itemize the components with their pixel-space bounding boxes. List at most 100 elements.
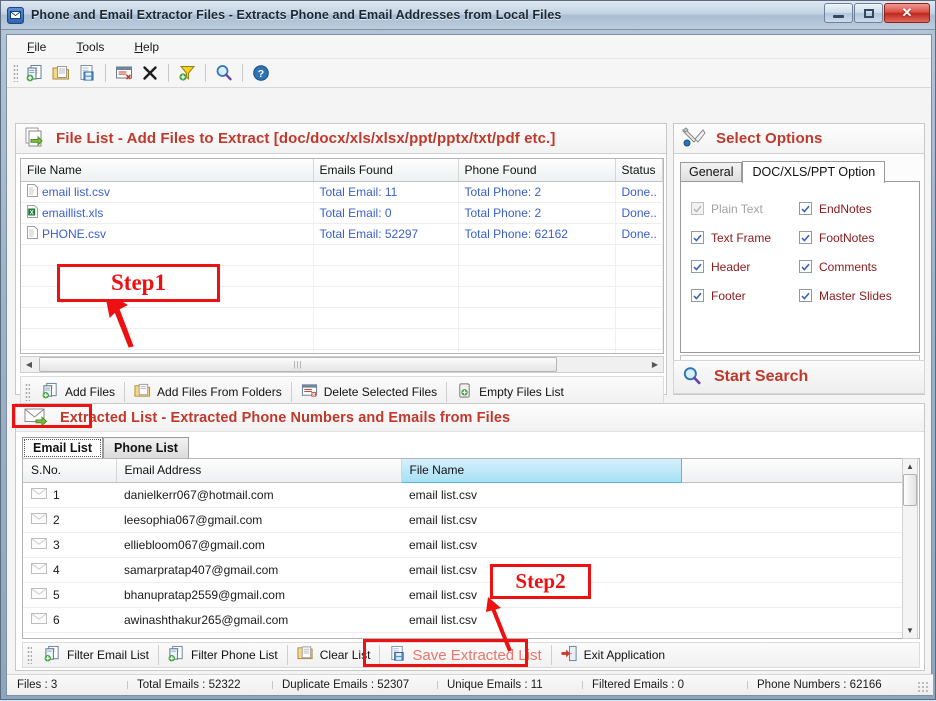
extracted-list-grid[interactable]: S.No. Email Address File Name 1 danielke… <box>22 458 920 639</box>
minimize-button[interactable] <box>824 3 853 23</box>
checkbox-comments[interactable]: Comments <box>799 252 919 281</box>
clear-list-button[interactable]: Clear List <box>288 644 380 666</box>
resize-grip[interactable] <box>917 681 929 693</box>
column-header-file-name[interactable]: File Name <box>400 459 682 483</box>
column-header-blank[interactable] <box>681 459 904 483</box>
save-extracted-list-button[interactable]: Save Extracted List <box>380 644 550 666</box>
delete-selected-files-button[interactable]: Delete Selected Files <box>292 379 446 405</box>
file-list-title: File List - Add Files to Extract [doc/do… <box>56 130 556 147</box>
extract-toolbar-grip[interactable] <box>27 646 32 664</box>
tab-general[interactable]: General <box>680 162 743 182</box>
table-row[interactable]: email list.csv Total Email: 11 Total Pho… <box>21 181 663 203</box>
checkbox-box[interactable] <box>799 260 812 273</box>
column-header-email-address[interactable]: Email Address <box>116 459 402 483</box>
checkbox-master-slides[interactable]: Master Slides <box>799 281 919 310</box>
checkbox-box[interactable] <box>799 231 812 244</box>
status-files: Files : 3 <box>17 679 58 691</box>
email-address-text: samarpratap407@gmail.com <box>116 557 401 583</box>
table-row[interactable]: Xemaillist.xls Total Email: 0 Total Phon… <box>21 202 663 224</box>
email-address-text: leesophia067@gmail.com <box>116 507 401 533</box>
column-header-status[interactable]: Status <box>615 159 663 182</box>
scroll-right-arrow[interactable]: ▶ <box>647 357 663 372</box>
table-row[interactable] <box>21 328 663 350</box>
sno-text: 3 <box>53 537 60 552</box>
checkbox-box[interactable] <box>799 289 812 302</box>
toolbar-separator <box>205 64 206 82</box>
file-name-text: email list.csv <box>42 185 111 199</box>
tab-email-list[interactable]: Email List <box>22 437 104 459</box>
envelope-icon <box>31 612 47 627</box>
list-item[interactable]: 5 bhanupratap2559@gmail.com email list.c… <box>23 582 904 608</box>
filter-icon[interactable] <box>175 61 199 85</box>
scroll-track[interactable] <box>903 474 917 623</box>
scroll-track[interactable]: ||| <box>37 357 647 372</box>
column-header-emails-found[interactable]: Emails Found <box>313 159 459 182</box>
checkbox-box[interactable] <box>691 202 704 215</box>
maximize-button[interactable] <box>854 3 883 23</box>
list-item[interactable]: 4 samarpratap407@gmail.com email list.cs… <box>23 557 904 583</box>
status-phone-numbers: Phone Numbers : 62166 <box>747 679 892 691</box>
scroll-down-arrow[interactable]: ▼ <box>903 623 917 638</box>
list-item[interactable]: 6 awinashthakur265@gmail.com email list.… <box>23 607 904 633</box>
start-search-button[interactable]: Start Search <box>673 360 925 394</box>
scroll-thumb[interactable] <box>903 474 917 506</box>
filter-phone-list-button[interactable]: Filter Phone List <box>159 644 287 666</box>
delete-selected-files-label: Delete Selected Files <box>323 385 438 399</box>
save-list-icon[interactable] <box>75 61 99 85</box>
extracted-list-vertical-scrollbar[interactable]: ▲ ▼ <box>902 458 918 639</box>
checkbox-endnotes[interactable]: EndNotes <box>799 194 919 223</box>
list-item[interactable]: 3 elliebloom067@gmail.com email list.csv <box>23 532 904 558</box>
checkbox-box[interactable] <box>691 231 704 244</box>
scroll-thumb[interactable]: ||| <box>39 357 557 372</box>
add-files-button[interactable]: Add Files <box>33 379 124 405</box>
empty-files-list-button[interactable]: Empty Files List <box>447 379 573 405</box>
toolbar-separator <box>105 64 106 82</box>
file-name-text: PHONE.csv <box>42 227 107 241</box>
add-files-from-folders-button[interactable]: Add Files From Folders <box>125 379 291 405</box>
exit-application-button[interactable]: Exit Application <box>552 644 674 666</box>
list-item[interactable]: 7 ajaysharma255896@gmail.com email list.… <box>23 632 904 638</box>
email-address-text: elliebloom067@gmail.com <box>116 532 401 558</box>
file-list-horizontal-scrollbar[interactable]: ◀ ||| ▶ <box>20 356 664 373</box>
help-icon[interactable]: ? <box>249 61 273 85</box>
menu-file[interactable]: File <box>23 38 50 56</box>
tab-phone-list[interactable]: Phone List <box>103 437 189 459</box>
column-header-sno[interactable]: S.No. <box>23 459 117 483</box>
filter-email-icon <box>44 645 61 665</box>
table-row[interactable]: PHONE.csv Total Email: 52297 Total Phone… <box>21 223 663 245</box>
tab-doc-xls-ppt-option[interactable]: DOC/XLS/PPT Option <box>742 161 886 183</box>
add-folder-icon[interactable] <box>49 61 73 85</box>
table-row[interactable] <box>21 244 663 266</box>
clear-list-icon[interactable] <box>138 61 162 85</box>
list-item[interactable]: 1 danielkerr067@hotmail.com email list.c… <box>23 482 904 508</box>
list-item[interactable]: 2 leesophia067@gmail.com email list.csv <box>23 507 904 533</box>
checkbox-box[interactable] <box>691 260 704 273</box>
checkbox-box[interactable] <box>691 289 704 302</box>
checkbox-text-frame[interactable]: Text Frame <box>691 223 799 252</box>
email-address-text: bhanupratap2559@gmail.com <box>116 582 401 608</box>
scroll-left-arrow[interactable]: ◀ <box>21 357 37 372</box>
menu-tools[interactable]: Tools <box>72 38 108 56</box>
checkbox-box[interactable] <box>799 202 812 215</box>
filter-email-list-button[interactable]: Filter Email List <box>35 644 158 666</box>
table-row[interactable] <box>21 349 663 353</box>
menu-help[interactable]: Help <box>130 38 163 56</box>
checkbox-footnotes[interactable]: FootNotes <box>799 223 919 252</box>
column-header-phone-found[interactable]: Phone Found <box>458 159 616 182</box>
file-toolbar-grip[interactable] <box>25 383 30 401</box>
file-list-table: File Name Emails Found Phone Found Statu… <box>21 159 663 353</box>
checkbox-header[interactable]: Header <box>691 252 799 281</box>
close-button[interactable]: ✕ <box>884 3 930 23</box>
scroll-up-arrow[interactable]: ▲ <box>903 459 917 474</box>
column-header-file-name[interactable]: File Name <box>21 159 314 182</box>
extracted-list-header: Extracted List - Extracted Phone Numbers… <box>16 404 924 432</box>
toolbar-grip[interactable] <box>13 64 18 82</box>
checkbox-plain-text[interactable]: Plain Text <box>691 194 799 223</box>
checkbox-footer[interactable]: Footer <box>691 281 799 310</box>
checkbox-label: Master Slides <box>819 288 892 303</box>
search-icon[interactable] <box>212 61 236 85</box>
table-row[interactable] <box>21 307 663 329</box>
file-list-grid[interactable]: File Name Emails Found Phone Found Statu… <box>20 158 664 354</box>
delete-selected-icon[interactable] <box>112 61 136 85</box>
add-files-icon[interactable] <box>23 61 47 85</box>
